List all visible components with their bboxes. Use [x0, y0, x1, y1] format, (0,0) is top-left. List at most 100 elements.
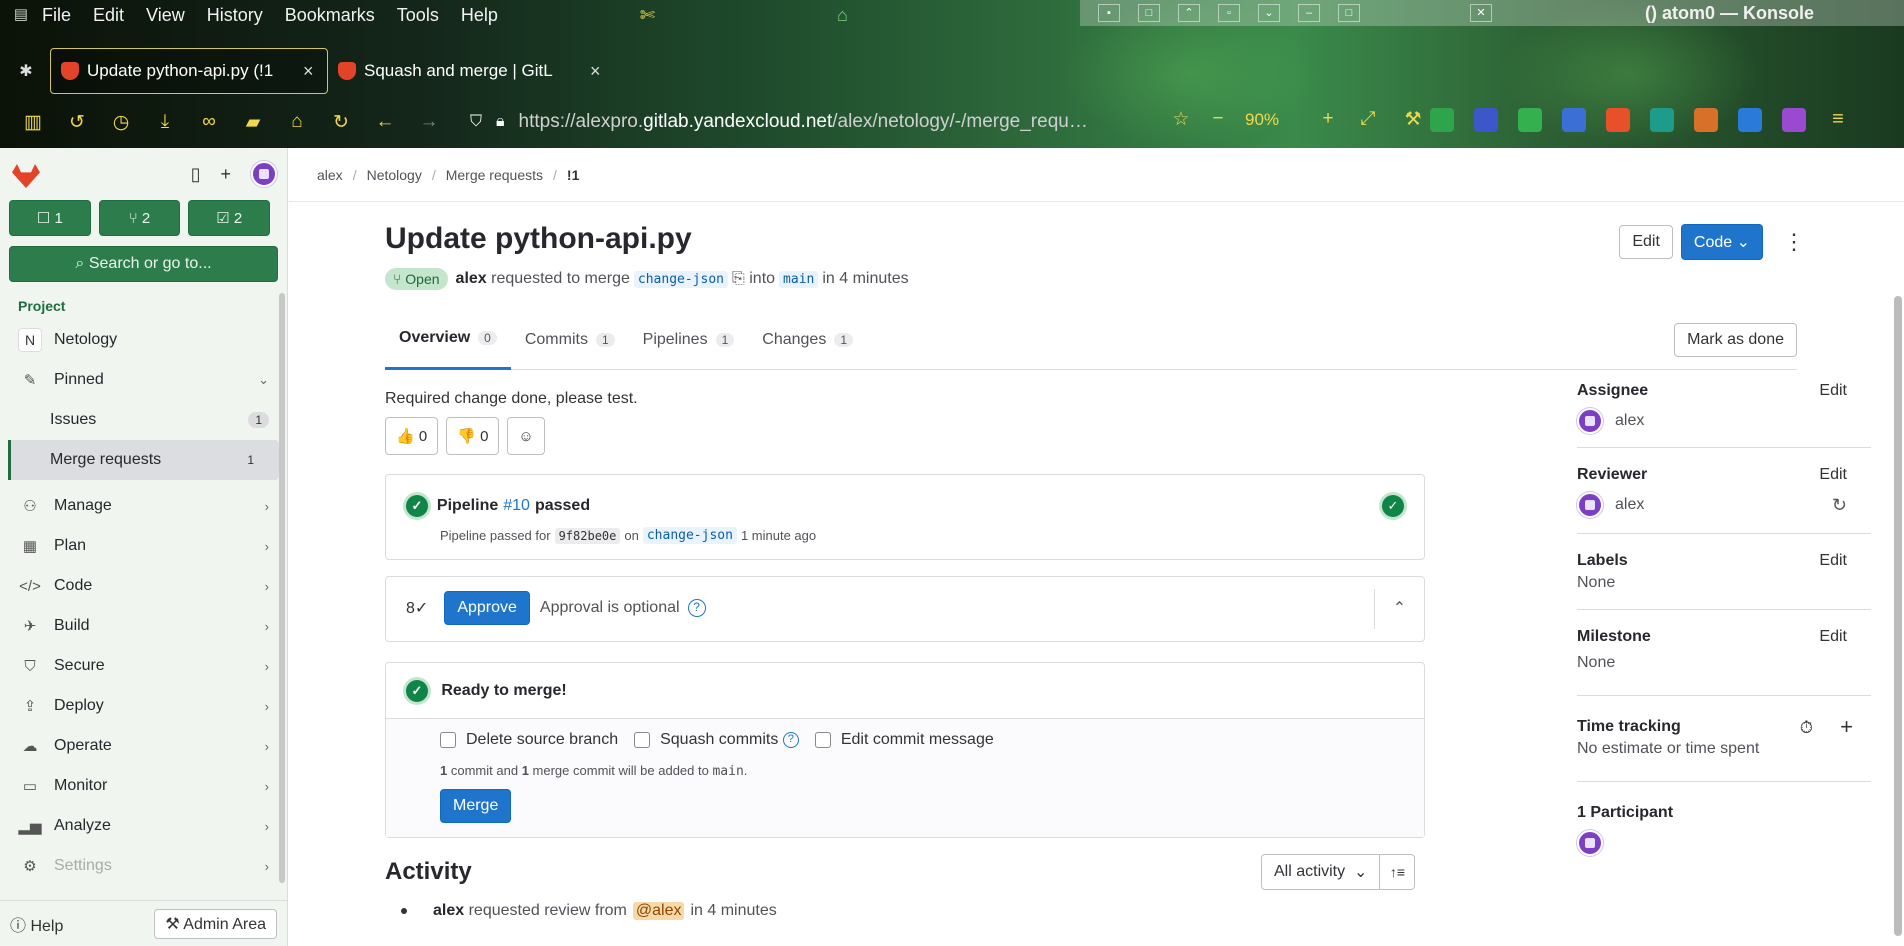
issues-count-button[interactable]: ☐ 1 — [9, 200, 91, 236]
close-icon[interactable]: ✕ — [1470, 4, 1492, 22]
mark-as-done-button[interactable]: Mark as done — [1674, 322, 1797, 357]
breadcrumb-item[interactable]: !1 — [567, 167, 579, 183]
sidebar-item-settings[interactable]: ⚙ Settings › — [0, 846, 287, 886]
question-icon[interactable]: ? — [687, 599, 706, 617]
ext-green-icon[interactable] — [1518, 108, 1542, 132]
participant-avatar[interactable] — [1577, 830, 1603, 856]
thumbs-down-button[interactable]: 👎 0 — [446, 417, 500, 455]
ext-palette-icon[interactable] — [1694, 108, 1718, 132]
extension-icon[interactable]: ▰ — [242, 111, 264, 134]
url-bar[interactable]: ⛉ 🔒︎ https://alexpro.gitlab.yandexcloud.… — [470, 108, 1150, 136]
konsole-button[interactable]: ⌄ — [1258, 4, 1280, 22]
author-link[interactable]: alex — [456, 270, 487, 288]
minimize-icon[interactable]: – — [1298, 4, 1320, 22]
assignee-edit-button[interactable]: Edit — [1819, 382, 1847, 400]
zoom-out-icon[interactable]: − — [1207, 108, 1229, 130]
konsole-button[interactable]: □ — [1138, 4, 1160, 22]
todos-count-button[interactable]: ☑ 2 — [188, 200, 271, 236]
sidebar-item-build[interactable]: ✈ Build › — [0, 606, 287, 646]
menu-help[interactable]: Help — [461, 5, 498, 26]
target-branch[interactable]: main — [779, 270, 819, 288]
ext-shield-icon[interactable] — [1430, 108, 1454, 132]
mask-icon[interactable]: ∞ — [198, 111, 220, 133]
konsole-button[interactable]: ⌃ — [1178, 4, 1200, 22]
reviewer-avatar[interactable] — [1577, 492, 1603, 518]
sort-order-icon[interactable]: ↑≡ — [1379, 854, 1416, 890]
tab-commits[interactable]: Commits 1 — [511, 310, 629, 370]
sidebar-item-monitor[interactable]: ▭ Monitor › — [0, 766, 287, 806]
sidebar-project-netology[interactable]: N Netology — [0, 320, 287, 360]
close-tab-icon[interactable]: × — [303, 61, 314, 82]
admin-area-button[interactable]: ⚒ Admin Area — [154, 908, 277, 939]
ext-puzzle-icon[interactable] — [1782, 108, 1806, 132]
sidebar-item-deploy[interactable]: ⇪ Deploy › — [0, 686, 287, 726]
sidebar-item-manage[interactable]: ⚇ Manage › — [0, 486, 287, 526]
sidebar-scrollbar[interactable] — [279, 293, 285, 883]
help-button[interactable]: ⓘ Help — [10, 912, 63, 936]
ext-opera-icon[interactable] — [1606, 108, 1630, 132]
sidebar-icon[interactable]: ▥ — [22, 111, 44, 134]
pipeline-branch[interactable]: change-json — [642, 527, 737, 544]
sidebar-item-operate[interactable]: ☁ Operate › — [0, 726, 287, 766]
download-icon[interactable]: ⤓ — [154, 111, 176, 133]
edit-button[interactable]: Edit — [1619, 225, 1673, 259]
lock-icon[interactable]: 🔒︎ — [496, 113, 505, 131]
reload-icon[interactable]: ↻ — [330, 111, 352, 134]
app-menu-icon[interactable]: ▤ — [10, 5, 32, 25]
question-icon[interactable]: ? — [782, 732, 799, 748]
pipeline-link[interactable]: #10 — [503, 497, 530, 515]
merge-requests-count-button[interactable]: ⑂ 2 — [98, 200, 181, 236]
zoom-level[interactable]: 90% — [1245, 110, 1279, 130]
edit-commit-message-checkbox[interactable]: Edit commit message — [814, 731, 994, 749]
labels-edit-button[interactable]: Edit — [1819, 552, 1847, 570]
assignee-avatar[interactable] — [1577, 408, 1603, 434]
add-time-icon[interactable]: + — [1840, 714, 1853, 740]
forward-icon[interactable]: → — [418, 111, 440, 133]
fullscreen-icon[interactable]: ⤢ — [1357, 108, 1379, 130]
maximize-icon[interactable]: □ — [1338, 4, 1360, 22]
milestone-edit-button[interactable]: Edit — [1819, 628, 1847, 646]
sidebar-item-secure[interactable]: ⛉ Secure › — [0, 646, 287, 686]
zoom-in-icon[interactable]: + — [1317, 108, 1339, 130]
search-button[interactable]: ⌕ Search or go to... — [9, 246, 278, 282]
konsole-button[interactable]: ▪ — [1098, 4, 1120, 22]
menu-view[interactable]: View — [146, 5, 185, 26]
user-mention[interactable]: @alex — [632, 902, 685, 920]
code-dropdown-button[interactable]: Code ⌄ — [1680, 224, 1763, 260]
breadcrumb-item[interactable]: alex — [317, 167, 343, 183]
ext-sync-icon[interactable] — [1650, 108, 1674, 132]
menu-file[interactable]: File — [42, 5, 71, 26]
rerequest-review-icon[interactable]: ↻ — [1832, 495, 1847, 516]
ext-save-icon[interactable] — [1562, 108, 1586, 132]
commit-sha[interactable]: 9f82be0e — [554, 527, 621, 544]
history-icon[interactable]: ↺ — [66, 111, 88, 134]
more-actions-icon[interactable]: ⋮ — [1783, 229, 1805, 255]
pipeline-status-icon[interactable]: ✓ — [1382, 495, 1404, 517]
menu-bookmarks[interactable]: Bookmarks — [285, 5, 375, 26]
menu-history[interactable]: History — [207, 5, 263, 26]
source-branch[interactable]: change-json — [633, 270, 728, 288]
chevron-up-icon[interactable]: ⌃ — [1374, 589, 1424, 629]
tab-changes[interactable]: Changes 1 — [748, 310, 867, 370]
scissors-icon[interactable]: ✄ — [640, 5, 655, 26]
browser-tab[interactable]: Squash and merge | GitL × — [328, 48, 611, 94]
tab-overview[interactable]: Overview 0 — [385, 310, 511, 370]
sidebar-item-issues[interactable]: Issues 1 — [0, 400, 287, 440]
bookmark-star-icon[interactable]: ☆ — [1170, 108, 1192, 131]
close-tab-icon[interactable]: × — [590, 61, 601, 82]
delete-source-branch-checkbox[interactable]: Delete source branch — [440, 731, 618, 749]
bug-icon[interactable]: ✱ — [16, 61, 36, 81]
url-text[interactable]: https://alexpro.gitlab.yandexcloud.net/a… — [519, 111, 1119, 133]
tray-icon[interactable]: ⌂ — [837, 5, 848, 26]
breadcrumb-item[interactable]: Merge requests — [446, 167, 543, 183]
ext-book-icon[interactable] — [1738, 108, 1762, 132]
stopwatch-icon[interactable]: ⏱ — [1800, 718, 1813, 738]
create-new-icon[interactable]: + — [220, 164, 231, 185]
user-avatar[interactable] — [251, 161, 277, 187]
back-icon[interactable]: ← — [374, 111, 396, 133]
menu-edit[interactable]: Edit — [93, 5, 124, 26]
menu-tools[interactable]: Tools — [397, 5, 439, 26]
page-scrollbar[interactable] — [1894, 296, 1902, 936]
sidebar-item-code[interactable]: </> Code › — [0, 566, 287, 606]
breadcrumb-item[interactable]: Netology — [367, 167, 422, 183]
